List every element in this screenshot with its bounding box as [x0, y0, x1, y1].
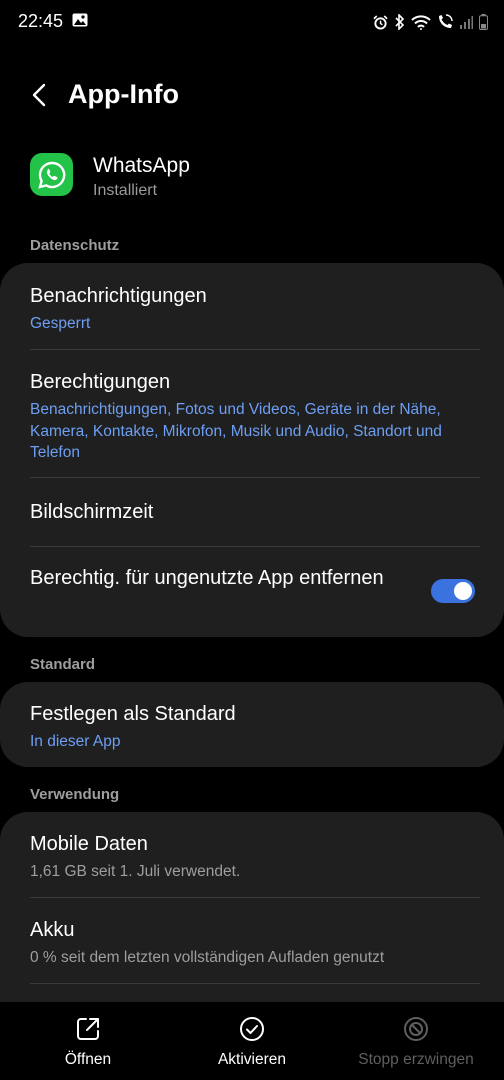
section-label-default: Standard	[30, 656, 96, 673]
alarm-icon	[373, 14, 388, 30]
mobile-data-item[interactable]: Mobile Daten 1,61 GB seit 1. Juli verwen…	[30, 830, 480, 883]
app-name: WhatsApp	[93, 154, 190, 177]
divider	[30, 349, 480, 350]
bluetooth-icon	[394, 14, 405, 30]
block-icon	[404, 1017, 428, 1041]
chevron-left-icon	[32, 83, 46, 107]
back-button[interactable]	[24, 80, 54, 110]
divider	[30, 983, 480, 984]
remove-permissions-toggle[interactable]	[431, 579, 475, 603]
permissions-item[interactable]: Berechtigungen Benachrichtigungen, Fotos…	[30, 368, 480, 464]
mobile-data-title: Mobile Daten	[30, 833, 148, 855]
remove-permissions-title: Berechtig. für ungenutzte App entfernen	[30, 567, 384, 589]
app-header: WhatsApp Installiert	[30, 150, 490, 210]
set-default-title: Festlegen als Standard	[30, 703, 236, 725]
open-label: Öffnen	[64, 1051, 112, 1068]
permissions-value: Benachrichtigungen, Fotos und Videos, Ge…	[30, 401, 442, 461]
section-label-privacy: Datenschutz	[30, 237, 120, 254]
screen-time-item[interactable]: Bildschirmzeit	[30, 498, 480, 526]
permissions-title: Berechtigungen	[30, 371, 171, 393]
remove-permissions-item[interactable]: Berechtig. für ungenutzte App entfernen	[30, 564, 410, 592]
wifi-icon	[411, 14, 431, 30]
page-title: App-Info	[68, 79, 179, 109]
default-card: Festlegen als Standard In dieser App	[0, 682, 504, 767]
open-button[interactable]: Öffnen	[4, 1016, 172, 1069]
gallery-notification-icon	[72, 13, 88, 27]
status-icons	[373, 12, 488, 32]
check-circle-icon	[240, 1017, 264, 1041]
usage-card: Mobile Daten 1,61 GB seit 1. Juli verwen…	[0, 812, 504, 1022]
activate-button[interactable]: Aktivieren	[168, 1016, 336, 1069]
privacy-card: Benachrichtigungen Gesperrt Berechtigung…	[0, 263, 504, 637]
notifications-item[interactable]: Benachrichtigungen Gesperrt	[30, 282, 480, 335]
set-default-item[interactable]: Festlegen als Standard In dieser App	[30, 700, 480, 753]
whatsapp-logo-icon	[30, 153, 73, 196]
notifications-value: Gesperrt	[30, 315, 91, 332]
app-install-status: Installiert	[93, 182, 158, 199]
force-stop-label: Stopp erzwingen	[358, 1051, 474, 1068]
battery-title: Akku	[30, 919, 75, 941]
battery-item[interactable]: Akku 0 % seit dem letzten vollständigen …	[30, 916, 480, 969]
activate-label: Aktivieren	[217, 1051, 287, 1068]
divider	[30, 897, 480, 898]
force-stop-button[interactable]: Stopp erzwingen	[332, 1016, 500, 1069]
wifi-calling-icon	[437, 14, 453, 30]
divider	[30, 477, 480, 478]
set-default-value: In dieser App	[30, 733, 121, 750]
status-time: 22:45	[18, 11, 64, 31]
toggle-knob	[454, 582, 472, 600]
status-bar: 22:45	[0, 0, 504, 44]
mobile-data-value: 1,61 GB seit 1. Juli verwendet.	[30, 863, 241, 880]
screen-time-title: Bildschirmzeit	[30, 501, 154, 523]
battery-icon	[479, 14, 488, 30]
battery-value: 0 % seit dem letzten vollständigen Aufla…	[30, 949, 385, 966]
open-external-icon	[77, 1018, 99, 1040]
bottom-action-bar: Öffnen Aktivieren Stopp erzwingen	[0, 1002, 504, 1080]
section-label-usage: Verwendung	[30, 786, 120, 803]
header: App-Info	[0, 70, 504, 120]
signal-icon	[459, 15, 473, 29]
divider	[30, 546, 480, 547]
notifications-title: Benachrichtigungen	[30, 285, 207, 307]
